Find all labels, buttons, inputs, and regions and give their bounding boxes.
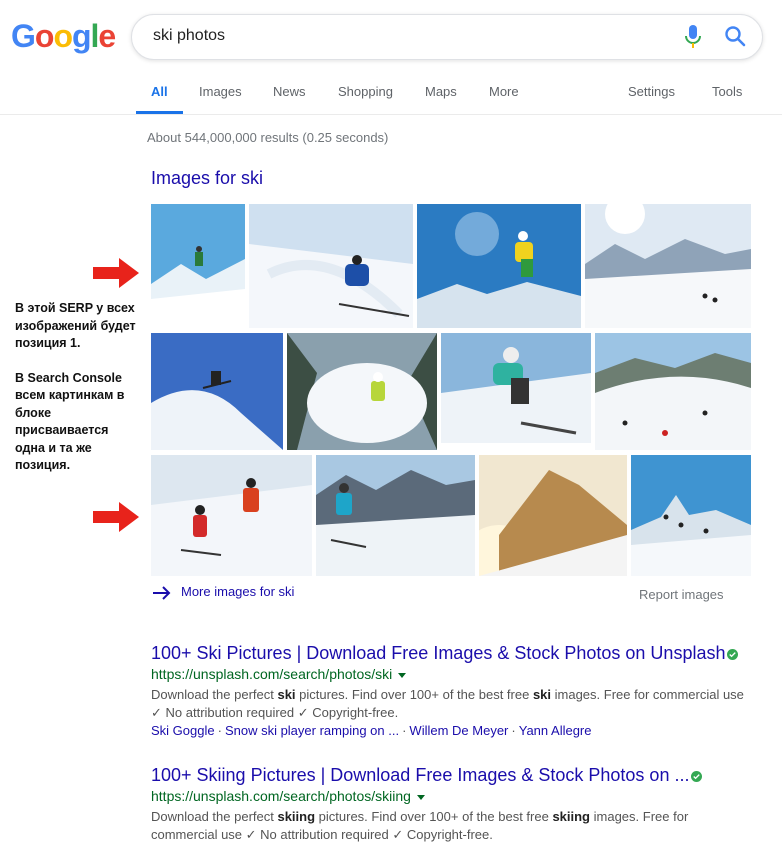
image-thumbnail[interactable] xyxy=(441,333,591,443)
annotation-paragraph: В этой SERP у всех изображений будет поз… xyxy=(15,301,136,350)
image-thumbnail[interactable] xyxy=(287,333,437,450)
image-thumbnail[interactable] xyxy=(479,455,627,576)
image-thumbnail[interactable] xyxy=(595,333,751,450)
arrow-right-icon xyxy=(93,258,139,288)
search-result: 100+ Ski Pictures | Download Free Images… xyxy=(151,643,751,738)
search-icon[interactable] xyxy=(724,25,746,47)
annotation-paragraph: В Search Console всем картинкам в блоке … xyxy=(15,370,125,473)
result-title[interactable]: 100+ Skiing Pictures | Download Free Ima… xyxy=(151,765,751,786)
search-tabs: All Images News Shopping Maps More Setti… xyxy=(0,70,782,115)
arrow-right-icon xyxy=(93,502,139,532)
more-images-label: More images for ski xyxy=(181,584,295,599)
more-images-link[interactable]: More images for ski xyxy=(152,584,294,601)
dropdown-triangle-icon[interactable] xyxy=(398,672,407,678)
search-box[interactable]: ski photos xyxy=(131,14,763,60)
search-input[interactable]: ski photos xyxy=(153,27,225,45)
search-result: 100+ Skiing Pictures | Download Free Ima… xyxy=(151,765,751,844)
image-thumbnail[interactable] xyxy=(585,204,751,328)
tab-tools[interactable]: Tools xyxy=(712,84,742,99)
image-thumbnail[interactable] xyxy=(249,204,413,328)
sitelink[interactable]: Yann Allegre xyxy=(519,723,592,738)
verified-check-icon xyxy=(727,648,739,660)
result-url[interactable]: https://unsplash.com/search/photos/skiin… xyxy=(151,788,751,804)
result-sitelinks: Ski Goggle · Snow ski player ramping on ..… xyxy=(151,723,592,738)
result-snippet: Download the perfect skiing pictures. Fi… xyxy=(151,809,689,842)
result-url[interactable]: https://unsplash.com/search/photos/ski xyxy=(151,666,751,682)
mic-icon[interactable] xyxy=(684,25,702,49)
sitelink[interactable]: Snow ski player ramping on ... xyxy=(225,723,399,738)
tab-settings[interactable]: Settings xyxy=(628,84,675,99)
result-snippet: Download the perfect ski pictures. Find … xyxy=(151,687,744,720)
tab-shopping[interactable]: Shopping xyxy=(338,84,393,99)
image-thumbnail[interactable] xyxy=(631,455,751,576)
image-thumbnail[interactable] xyxy=(316,455,475,576)
annotation-note: В этой SERP у всех изображений будет поз… xyxy=(15,300,140,492)
tab-all[interactable]: All xyxy=(151,84,168,99)
image-thumbnail[interactable] xyxy=(151,455,312,576)
tab-maps[interactable]: Maps xyxy=(425,84,457,99)
image-thumbnail[interactable] xyxy=(151,333,283,450)
active-tab-indicator xyxy=(136,111,183,114)
result-stats: About 544,000,000 results (0.25 seconds) xyxy=(147,130,389,145)
report-images-link[interactable]: Report images xyxy=(639,587,724,602)
arrow-right-icon xyxy=(153,585,171,600)
sitelink[interactable]: Willem De Meyer xyxy=(409,723,508,738)
tab-images[interactable]: Images xyxy=(199,84,242,99)
tab-news[interactable]: News xyxy=(273,84,306,99)
google-logo[interactable]: Google xyxy=(11,18,116,55)
tab-more[interactable]: More xyxy=(489,84,519,99)
image-thumbnail[interactable] xyxy=(417,204,581,328)
result-title[interactable]: 100+ Ski Pictures | Download Free Images… xyxy=(151,643,751,664)
verified-check-icon xyxy=(691,770,703,782)
dropdown-triangle-icon[interactable] xyxy=(416,794,425,800)
image-thumbnail[interactable] xyxy=(151,204,245,328)
images-block-heading[interactable]: Images for ski xyxy=(151,168,263,189)
sitelink[interactable]: Ski Goggle xyxy=(151,723,215,738)
